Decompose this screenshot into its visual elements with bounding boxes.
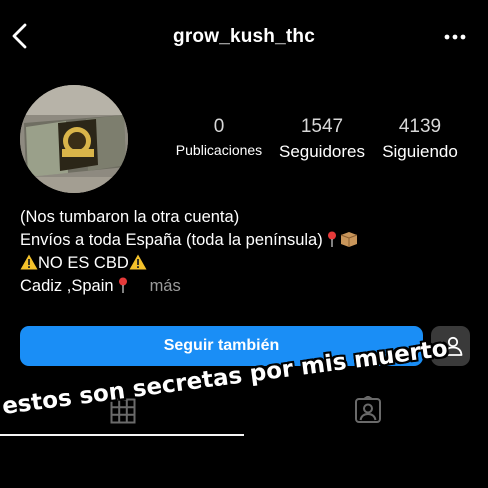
stat-followers-count: 1547: [300, 116, 344, 137]
warning-icon: [129, 254, 147, 270]
bio-line-text: (Nos tumbaron la otra cuenta): [20, 208, 240, 226]
round-pushpin-icon: [118, 277, 127, 293]
bio-line: Envíos a toda España (toda la península): [20, 229, 460, 252]
bio-line-text: Envíos a toda España (toda la península): [20, 231, 323, 249]
profile-username: grow_kush_thc: [173, 26, 315, 47]
warning-icon: [20, 254, 38, 270]
stat-posts-label: Publicaciones: [175, 142, 263, 158]
stat-following-label: Siguiendo: [382, 142, 458, 161]
bio-line-text: Cadiz ,Spain: [20, 277, 114, 295]
stat-followers-label: Seguidores: [278, 142, 365, 161]
stat-followers[interactable]: 1547 Seguidores: [270, 116, 374, 162]
bio-line: Cadiz ,Spain más: [20, 275, 460, 298]
more-horizontal-icon[interactable]: [442, 28, 468, 46]
bio-more-link[interactable]: más: [150, 277, 181, 295]
round-pushpin-icon: [327, 231, 336, 247]
profile-bio: (Nos tumbaron la otra cuenta) Envíos a t…: [20, 206, 460, 298]
bio-line-text: NO ES CBD: [38, 254, 129, 272]
stat-following-count: 4139: [398, 116, 442, 137]
stat-following[interactable]: 4139 Siguiendo: [374, 116, 466, 162]
tagged-person-icon[interactable]: [354, 396, 382, 424]
package-icon: [340, 232, 357, 247]
stat-posts-count: 0: [213, 116, 225, 137]
stat-posts: 0 Publicaciones: [168, 116, 270, 158]
bio-line: (Nos tumbaron la otra cuenta): [20, 206, 460, 229]
avatar-image: [20, 85, 128, 193]
avatar[interactable]: [20, 85, 128, 193]
bio-line: NO ES CBD: [20, 252, 460, 275]
active-tab-indicator: [0, 434, 244, 436]
